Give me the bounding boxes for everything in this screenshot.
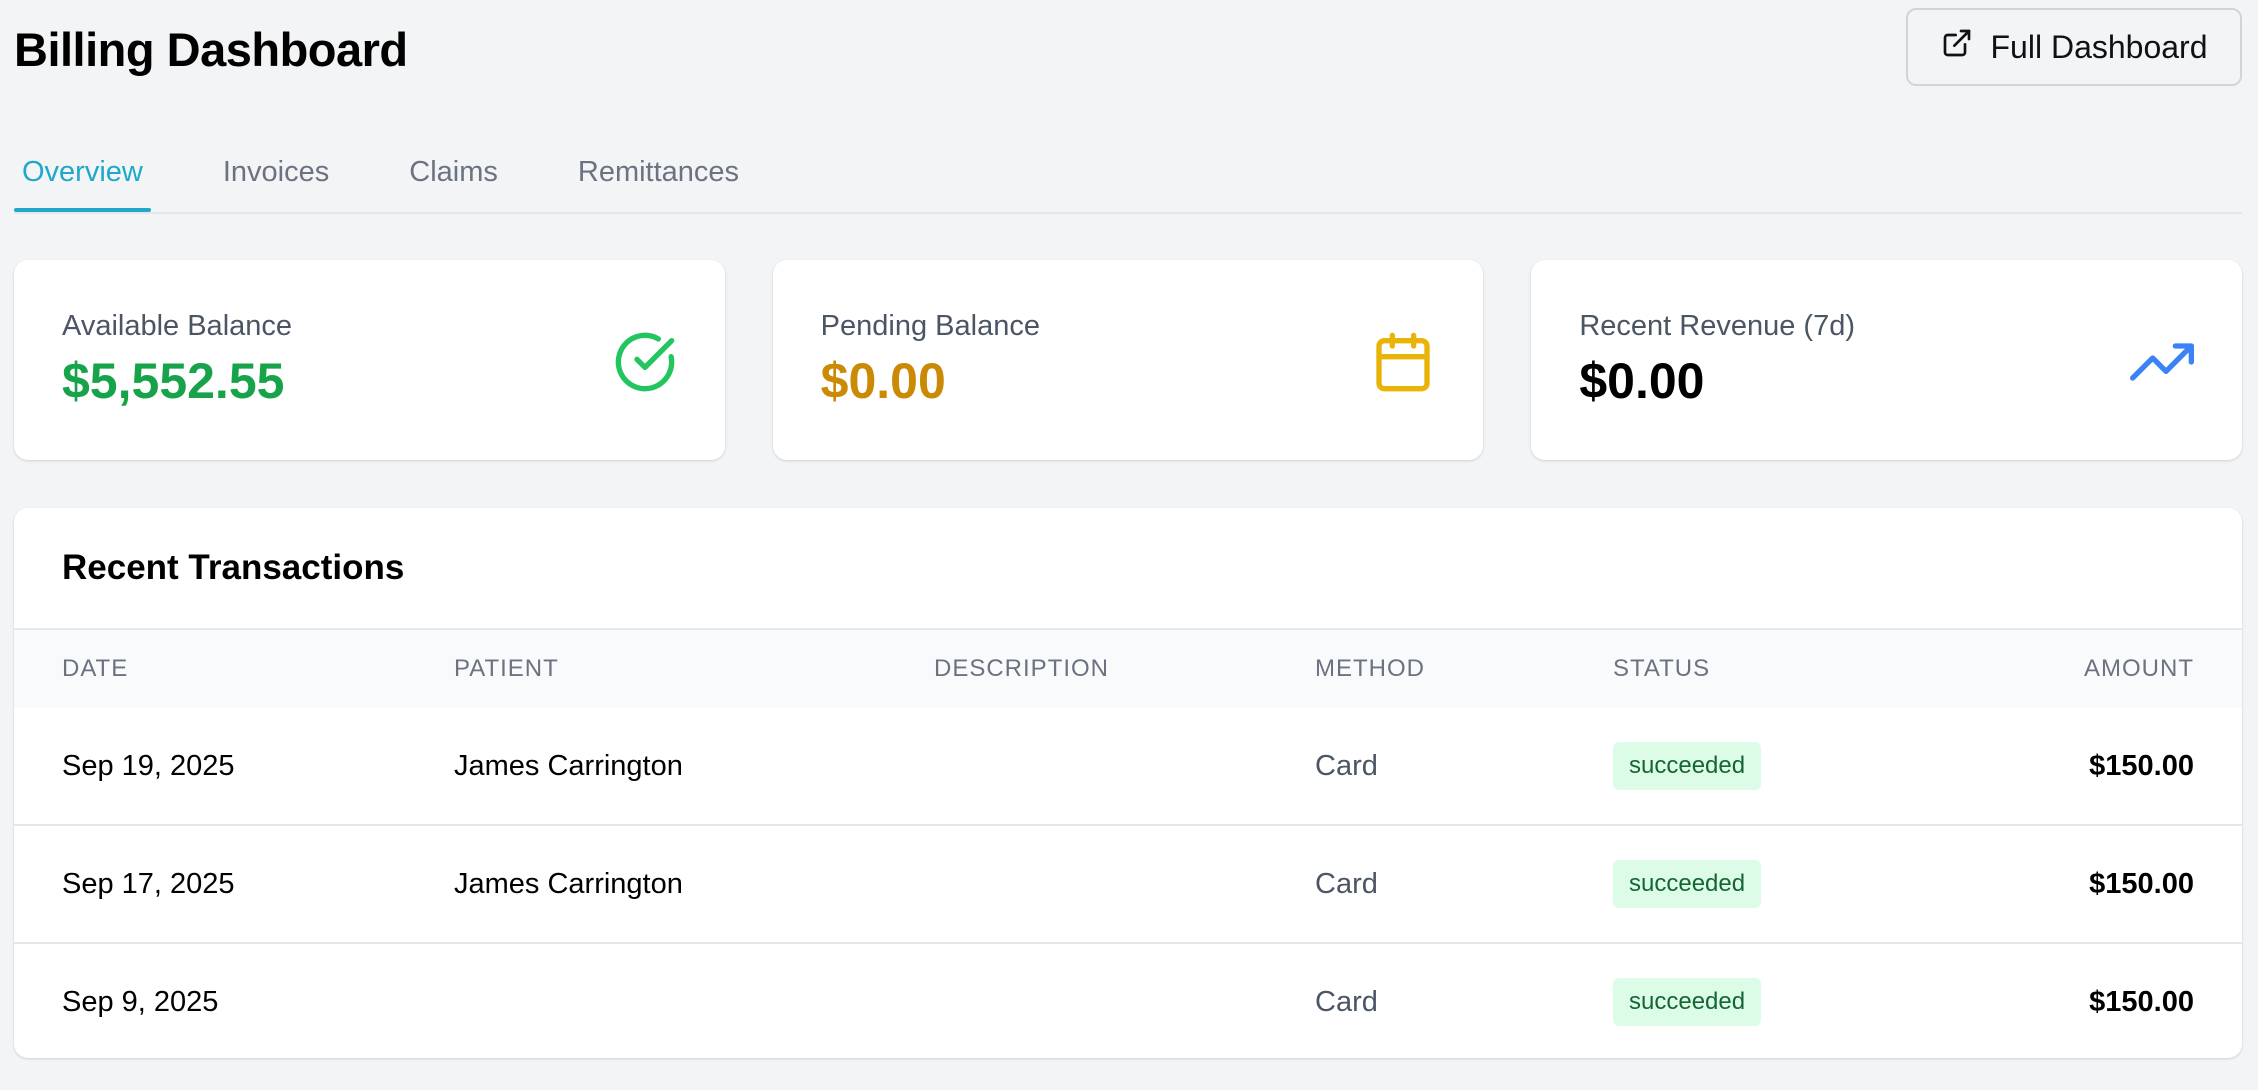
full-dashboard-label: Full Dashboard [1990,28,2208,65]
recent-transactions-panel: Recent Transactions Date Patient Descrip… [14,508,2242,1058]
cell-method: Card [1315,942,1613,1058]
column-header-date: Date [62,655,129,682]
available-balance-value: $5,552.55 [62,353,285,409]
tab-overview[interactable]: Overview [14,140,151,212]
available-balance-card: Available Balance $5,552.55 [14,260,725,460]
cell-date: Sep 19, 2025 [62,749,235,782]
section-title: Recent Transactions [62,548,405,587]
tab-remittances[interactable]: Remittances [570,140,747,210]
column-header-method: Method [1315,655,1425,682]
tab-invoices[interactable]: Invoices [215,140,337,210]
card-label: Available Balance [62,310,293,342]
billing-dashboard-page: Billing Dashboard Full Dashboard Overvie… [14,0,2243,1058]
page-title: Billing Dashboard [14,23,408,76]
table-row[interactable]: Sep 9, 2025 Card succeeded $150.00 [14,942,2242,1058]
cell-amount: $150.00 [2089,749,2194,782]
status-badge: succeeded [1613,978,1762,1026]
column-header-patient: Patient [454,655,559,682]
pending-balance-value: $0.00 [820,353,946,409]
cell-status: succeeded [1613,942,2033,1058]
calendar-icon [1371,330,1435,394]
cell-description [934,942,1315,1058]
check-circle-icon [613,330,677,394]
cell-description [934,708,1315,825]
column-header-amount: Amount [2084,655,2194,682]
recent-revenue-value: $0.00 [1579,353,1705,409]
full-dashboard-button[interactable]: Full Dashboard [1906,8,2242,86]
external-link-icon [1941,27,1973,67]
trending-up-icon [2130,330,2195,394]
summary-cards: Available Balance $5,552.55 Pending Bala… [14,260,2243,460]
cell-status: succeeded [1613,708,2033,825]
cell-patient: James Carrington [454,824,934,943]
table-row[interactable]: Sep 17, 2025 James Carrington Card succe… [14,824,2242,943]
table-header-row: Date Patient Description Method Status A… [14,629,2242,708]
status-badge: succeeded [1613,860,1762,908]
cell-method: Card [1315,749,1378,782]
pending-balance-card: Pending Balance $0.00 [772,260,1484,460]
cell-method: Card [1315,824,1613,943]
card-label: Pending Balance [820,310,1040,342]
cell-description [934,824,1315,943]
column-header-description: Description [934,655,1110,682]
table-row[interactable]: Sep 19, 2025 James Carrington Card succe… [14,708,2242,825]
status-badge: succeeded [1613,742,1762,790]
cell-status: succeeded [1613,824,2033,943]
column-header-status: Status [1613,655,1711,682]
cell-patient: James Carrington [454,749,683,782]
card-label: Recent Revenue (7d) [1579,310,1855,342]
transactions-table: Date Patient Description Method Status A… [14,628,2242,1058]
cell-amount: $150.00 [2033,824,2242,943]
tab-claims[interactable]: Claims [401,140,506,210]
page-header: Billing Dashboard Full Dashboard [14,0,2242,110]
recent-revenue-card: Recent Revenue (7d) $0.00 [1531,260,2243,460]
cell-date: Sep 17, 2025 [14,824,454,943]
cell-date: Sep 9, 2025 [14,942,454,1058]
cell-amount: $150.00 [2033,942,2242,1058]
cell-patient [454,942,934,1058]
tab-bar: Overview Invoices Claims Remittances [14,140,2242,214]
